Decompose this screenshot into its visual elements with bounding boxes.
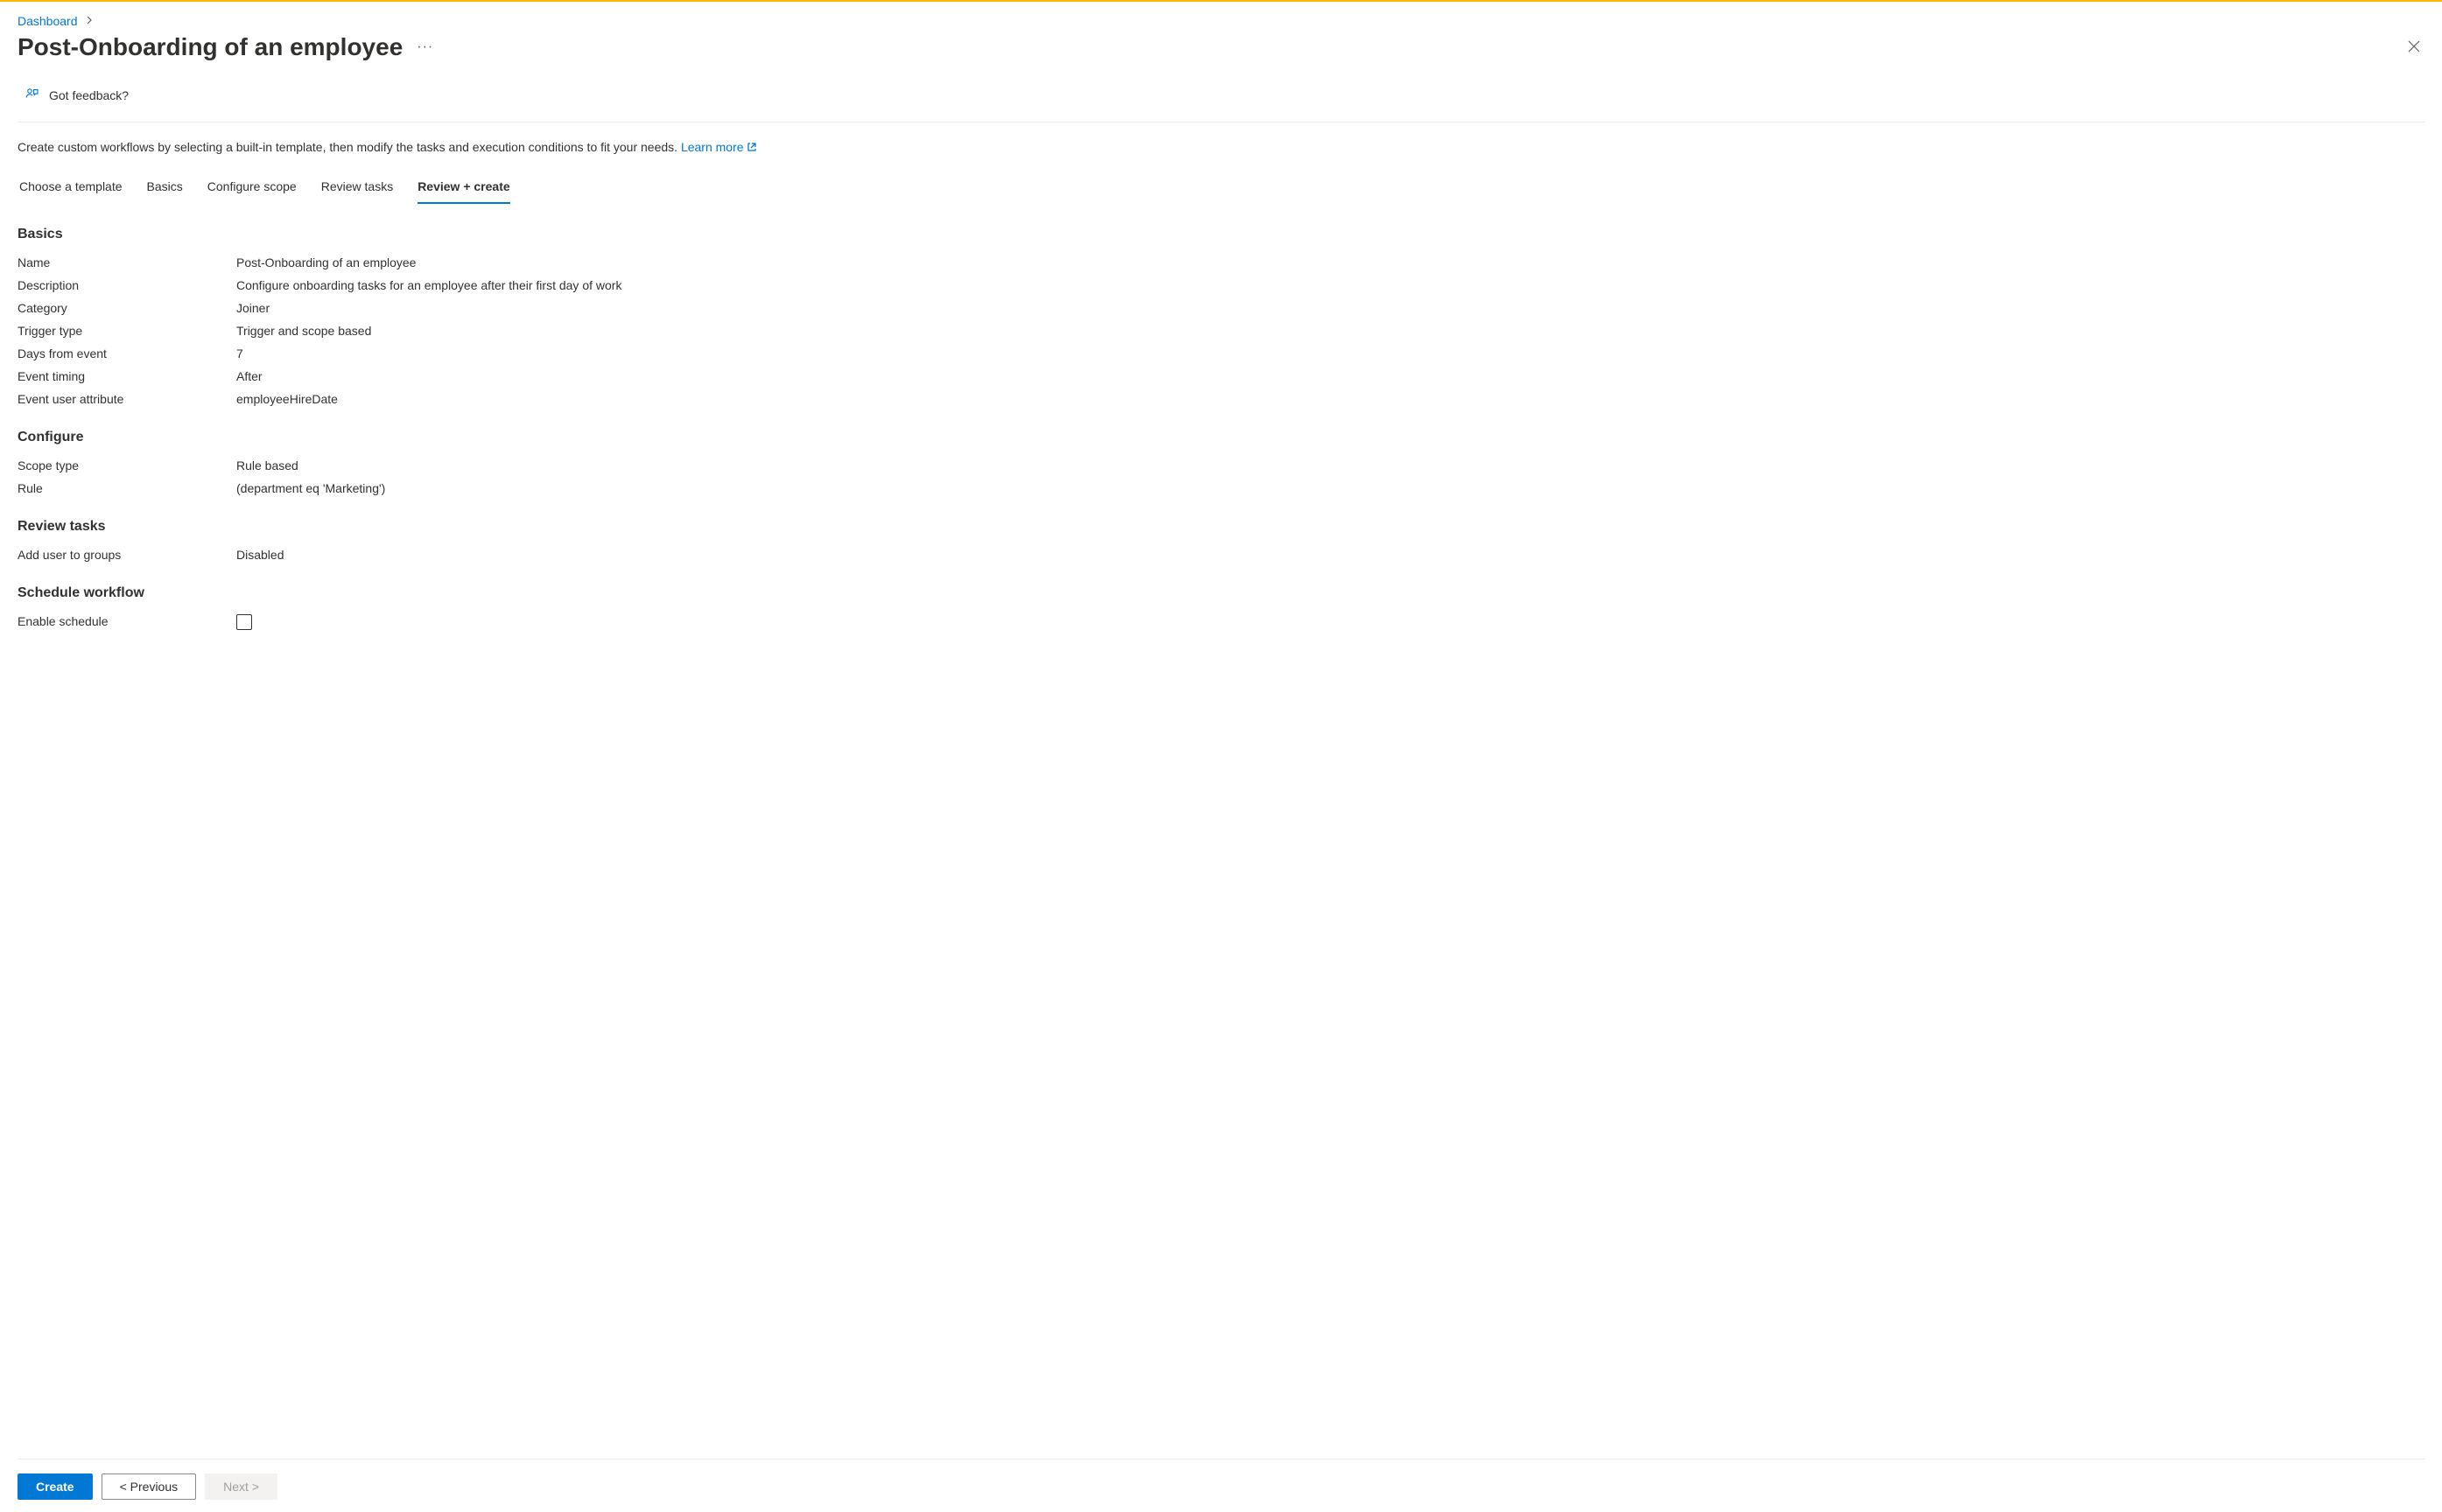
feedback-text: Got feedback? [49,88,129,102]
tab-review-create[interactable]: Review + create [418,172,509,204]
row-days-from-event: Days from event 7 [18,342,2424,365]
external-link-icon [747,141,757,155]
feedback-icon [25,86,40,104]
label-enable-schedule: Enable schedule [18,614,236,633]
label-description: Description [18,278,236,292]
label-name: Name [18,256,236,270]
footer: Create < Previous Next > [18,1459,2424,1512]
next-button: Next > [205,1474,277,1500]
label-trigger-type: Trigger type [18,324,236,338]
value-name: Post-Onboarding of an employee [236,256,416,270]
row-name: Name Post-Onboarding of an employee [18,251,2424,274]
row-description: Description Configure onboarding tasks f… [18,274,2424,297]
value-add-user-to-groups: Disabled [236,548,284,562]
tabs: Choose a template Basics Configure scope… [18,172,2424,204]
value-category: Joiner [236,301,270,315]
section-heading-schedule-workflow: Schedule workflow [18,585,2424,601]
tab-configure-scope[interactable]: Configure scope [207,172,297,204]
row-scope-type: Scope type Rule based [18,454,2424,477]
value-description: Configure onboarding tasks for an employ… [236,278,621,292]
intro-text: Create custom workflows by selecting a b… [18,140,2424,155]
tab-basics[interactable]: Basics [147,172,183,204]
section-heading-review-tasks: Review tasks [18,519,2424,535]
previous-button[interactable]: < Previous [102,1474,197,1500]
row-category: Category Joiner [18,297,2424,319]
value-event-user-attribute: employeeHireDate [236,392,338,406]
close-icon [2407,39,2421,53]
tab-review-tasks[interactable]: Review tasks [321,172,393,204]
content: Basics Name Post-Onboarding of an employ… [18,227,2424,1459]
page-title: Post-Onboarding of an employee [18,33,403,61]
row-event-user-attribute: Event user attribute employeeHireDate [18,388,2424,410]
value-days-from-event: 7 [236,346,243,360]
close-button[interactable] [2403,36,2424,60]
breadcrumb-dashboard-link[interactable]: Dashboard [18,14,78,28]
title-row: Post-Onboarding of an employee ··· [18,33,2424,61]
breadcrumb: Dashboard [18,14,2424,28]
intro-text-content: Create custom workflows by selecting a b… [18,140,681,154]
enable-schedule-checkbox[interactable] [236,614,252,630]
row-event-timing: Event timing After [18,365,2424,388]
value-trigger-type: Trigger and scope based [236,324,371,338]
value-event-timing: After [236,369,263,383]
label-add-user-to-groups: Add user to groups [18,548,236,562]
label-event-timing: Event timing [18,369,236,383]
label-category: Category [18,301,236,315]
section-heading-basics: Basics [18,227,2424,242]
tab-choose-template[interactable]: Choose a template [19,172,123,204]
chevron-right-icon [85,15,94,27]
row-add-user-to-groups: Add user to groups Disabled [18,543,2424,566]
label-scope-type: Scope type [18,458,236,472]
value-scope-type: Rule based [236,458,298,472]
label-event-user-attribute: Event user attribute [18,392,236,406]
learn-more-link[interactable]: Learn more [681,140,757,154]
value-rule: (department eq 'Marketing') [236,481,385,495]
section-heading-configure: Configure [18,430,2424,445]
label-rule: Rule [18,481,236,495]
more-options-icon[interactable]: ··· [417,39,433,55]
feedback-link[interactable]: Got feedback? [18,86,2424,122]
row-enable-schedule: Enable schedule [18,610,2424,637]
create-button[interactable]: Create [18,1474,93,1500]
label-days-from-event: Days from event [18,346,236,360]
row-rule: Rule (department eq 'Marketing') [18,477,2424,500]
row-trigger-type: Trigger type Trigger and scope based [18,319,2424,342]
